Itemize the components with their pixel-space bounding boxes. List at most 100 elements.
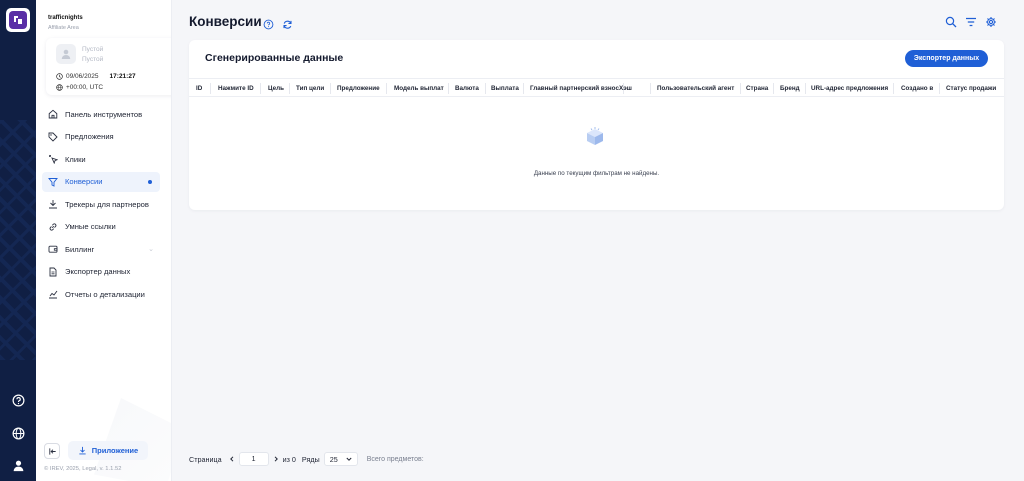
chevron-down-icon xyxy=(346,457,352,461)
sidebar-item-dashboard[interactable]: Панель инструментов xyxy=(42,104,160,124)
column-header-brand[interactable]: Бренд xyxy=(780,85,800,92)
clock-icon xyxy=(56,73,63,80)
table-header: ID Нажмите ID Цель Тип цели Предложение … xyxy=(189,78,1004,97)
column-divider xyxy=(448,83,449,94)
sidebar-item-conversions[interactable]: Конверсии xyxy=(42,171,160,192)
user-card: Пустой Пустой 09/06/2025 17:21:27 +00:00… xyxy=(46,38,171,95)
sidebar-item-offers[interactable]: Предложения xyxy=(42,127,160,147)
prev-page-button[interactable] xyxy=(227,452,237,466)
column-header-hash[interactable]: Хэш xyxy=(619,85,632,92)
help-icon[interactable] xyxy=(10,392,26,408)
column-divider xyxy=(330,83,331,94)
user-icon[interactable] xyxy=(10,457,26,473)
column-header-created-at[interactable]: Создано в xyxy=(901,85,933,92)
sidebar-item-billing[interactable]: Биллинг ⌄ xyxy=(42,239,160,259)
search-icon[interactable] xyxy=(945,15,957,28)
filter-icon[interactable] xyxy=(965,15,977,27)
rows-label: Ряды xyxy=(301,454,320,464)
column-header-country[interactable]: Страна xyxy=(746,85,768,92)
column-divider xyxy=(805,83,806,94)
app-rail xyxy=(0,0,36,481)
sidebar-nav: Панель инструментов Предложения Клики Ко… xyxy=(42,104,160,307)
column-divider xyxy=(485,83,486,94)
globe-icon[interactable] xyxy=(10,425,26,441)
brand-subtitle: Affiliate Area xyxy=(48,25,79,31)
chevron-left-icon xyxy=(229,456,233,462)
avatar[interactable] xyxy=(56,44,76,64)
sidebar-item-label: Умные ссылки xyxy=(65,222,116,231)
wallet-icon xyxy=(48,245,58,253)
page-total: из 0 xyxy=(282,454,296,464)
cursor-click-icon xyxy=(48,154,58,164)
collapse-sidebar-button[interactable] xyxy=(44,443,60,459)
sidebar-item-label: Экспортер данных xyxy=(65,267,131,276)
logo-icon xyxy=(14,16,22,24)
help-circle-icon[interactable] xyxy=(263,17,274,30)
column-header-currency[interactable]: Валюта xyxy=(455,85,479,92)
brand-name: trafficnights xyxy=(48,15,83,21)
column-divider xyxy=(939,83,940,94)
column-header-offer[interactable]: Предложение xyxy=(337,85,380,92)
column-header-user-agent[interactable]: Пользовательский агент xyxy=(657,85,734,92)
settings-gear-icon[interactable] xyxy=(985,15,997,27)
refresh-icon[interactable] xyxy=(282,17,293,29)
page-number-input[interactable] xyxy=(238,452,269,466)
sidebar-item-trackers[interactable]: Трекеры для партнеров xyxy=(42,194,160,214)
sidebar-item-smart-links[interactable]: Умные ссылки xyxy=(42,217,160,237)
chevron-down-icon[interactable]: ⌄ xyxy=(148,245,154,253)
data-panel: Сгенерированные данные Экспортер данных … xyxy=(189,40,1004,210)
column-header-id[interactable]: ID xyxy=(196,85,202,92)
sidebar-item-label: Конверсии xyxy=(65,177,103,186)
pagination: Страница из 0 Ряды 25 Всего предметов: xyxy=(189,452,424,466)
timezone-label: +00:00, UTC xyxy=(66,84,104,91)
column-header-click-id[interactable]: Нажмите ID xyxy=(218,85,254,92)
avatar-user-icon xyxy=(61,49,71,59)
column-divider xyxy=(386,83,387,94)
column-divider xyxy=(773,83,774,94)
funnel-icon xyxy=(48,177,58,187)
column-header-goal[interactable]: Цель xyxy=(268,85,284,92)
download-icon xyxy=(79,446,86,455)
datetime: 09/06/2025 17:21:27 xyxy=(56,73,136,80)
column-header-payout-model[interactable]: Модель выплат xyxy=(394,85,444,92)
column-header-offer-url[interactable]: URL-адрес предложения xyxy=(811,85,888,92)
document-export-icon xyxy=(49,267,57,276)
empty-state-message: Данные по текущим фильтрам не найдены. xyxy=(533,170,660,177)
column-divider xyxy=(210,83,211,94)
app-logo[interactable] xyxy=(6,8,30,32)
app-download-button[interactable]: Приложение xyxy=(68,441,148,460)
timezone: +00:00, UTC xyxy=(56,84,103,91)
total-items-label: Всего предметов: xyxy=(366,455,424,463)
panel-title: Сгенерированные данные xyxy=(205,52,344,64)
footer-copyright: © IREV, 2025, Legal, v. 1.1.52 xyxy=(44,466,122,472)
link-icon xyxy=(49,222,57,231)
globe-small-icon xyxy=(56,84,63,91)
sidebar-item-label: Панель инструментов xyxy=(65,109,143,119)
tracker-icon xyxy=(49,200,57,209)
collapse-arrow-icon xyxy=(48,447,56,455)
column-header-affiliate-fee[interactable]: Главный партнерский взнос xyxy=(530,85,619,92)
column-header-sale-status[interactable]: Статус продажи xyxy=(946,85,996,92)
app-button-label: Приложение xyxy=(91,446,139,455)
user-company: Пустой xyxy=(82,56,104,63)
column-divider xyxy=(740,83,741,94)
sidebar-item-clicks[interactable]: Клики xyxy=(42,149,160,169)
page-title: Конверсии xyxy=(189,14,262,29)
rail-pattern xyxy=(0,120,36,360)
rows-per-page-value: 25 xyxy=(329,454,338,464)
next-page-button[interactable] xyxy=(271,452,281,466)
column-divider xyxy=(289,83,290,94)
export-data-button[interactable]: Экспортер данных xyxy=(905,50,988,67)
sidebar-item-drilldown-reports[interactable]: Отчеты о детализации xyxy=(42,284,160,304)
column-divider xyxy=(650,83,651,94)
rows-per-page-select[interactable]: 25 xyxy=(323,452,358,466)
current-time: 17:21:27 xyxy=(109,73,136,80)
chevron-right-icon xyxy=(274,456,278,462)
sidebar-item-label: Клики xyxy=(65,154,86,164)
column-header-goal-type[interactable]: Тип цели xyxy=(296,85,324,92)
sidebar: trafficnights Affiliate Area Пустой Пуст… xyxy=(36,0,172,481)
column-divider xyxy=(260,83,261,94)
column-header-payout[interactable]: Выплата xyxy=(491,85,519,92)
sidebar-item-data-exporter[interactable]: Экспортер данных xyxy=(42,262,160,282)
page-label: Страница xyxy=(189,454,222,464)
